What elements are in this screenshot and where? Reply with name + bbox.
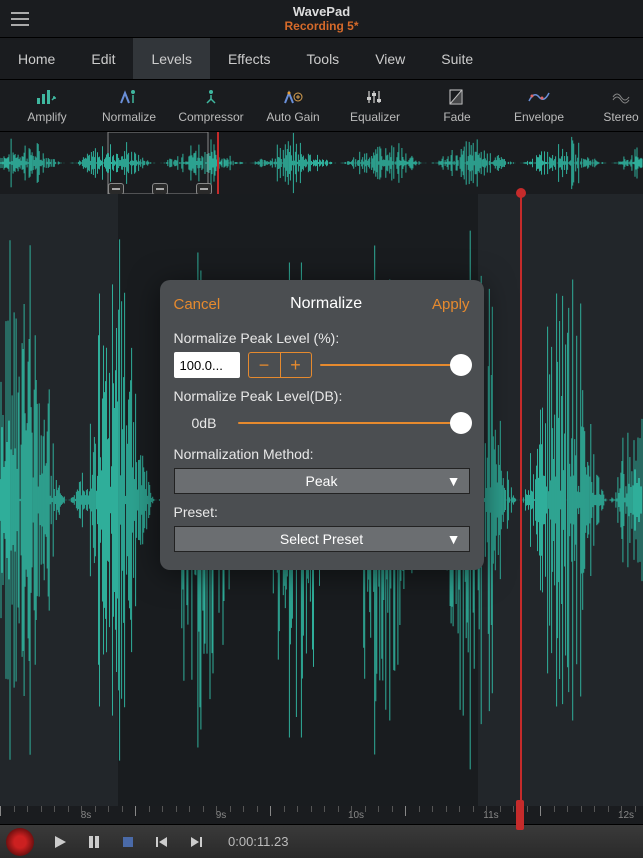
playhead-knob[interactable]	[516, 188, 526, 198]
compressor-icon	[200, 88, 222, 106]
skip-forward-button[interactable]	[180, 829, 212, 855]
preset-value: Select Preset	[280, 531, 363, 547]
tool-normalize[interactable]: Normalize	[88, 88, 170, 124]
increment-button[interactable]: +	[280, 352, 312, 378]
levels-toolbar: Amplify Normalize Compressor Auto Gain E…	[0, 80, 643, 132]
tab-tools[interactable]: Tools	[289, 38, 358, 79]
main-tabs: Home Edit Levels Effects Tools View Suit…	[0, 38, 643, 80]
ruler-label: 9s	[216, 810, 227, 821]
tool-label: Amplify	[27, 110, 66, 124]
document-name: Recording 5*	[0, 19, 643, 33]
tool-fade[interactable]: Fade	[416, 88, 498, 124]
tool-label: Equalizer	[350, 110, 400, 124]
playhead-marker[interactable]	[516, 800, 524, 830]
app-title: WavePad	[0, 4, 643, 19]
tool-label: Envelope	[514, 110, 564, 124]
slider-thumb[interactable]	[450, 354, 472, 376]
preset-select[interactable]: Select Preset ▼	[174, 526, 470, 552]
tab-suite[interactable]: Suite	[423, 38, 491, 79]
autogain-icon	[282, 88, 304, 106]
envelope-icon	[528, 88, 550, 106]
tool-compressor[interactable]: Compressor	[170, 88, 252, 124]
chevron-down-icon: ▼	[447, 531, 461, 547]
slider-thumb[interactable]	[450, 412, 472, 434]
tab-view[interactable]: View	[357, 38, 423, 79]
amplify-icon	[36, 88, 58, 106]
tool-stereo[interactable]: Stereo	[580, 88, 643, 124]
transport-bar: 0:00:11.23	[0, 824, 643, 858]
tab-home[interactable]: Home	[0, 38, 73, 79]
timeline-ruler[interactable]: 8s 9s 10s 11s 12s	[0, 806, 643, 824]
record-button[interactable]	[6, 828, 34, 856]
peak-db-label: Normalize Peak Level(DB):	[174, 388, 470, 404]
tool-label: Normalize	[102, 110, 156, 124]
normalize-dialog: Cancel Normalize Apply Normalize Peak Le…	[160, 280, 484, 570]
tab-levels[interactable]: Levels	[133, 38, 209, 79]
decrement-button[interactable]: −	[248, 352, 280, 378]
timecode: 0:00:11.23	[228, 834, 288, 849]
peak-pct-input[interactable]	[174, 352, 240, 378]
tool-autogain[interactable]: Auto Gain	[252, 88, 334, 124]
method-value: Peak	[306, 473, 338, 489]
overview-waveform[interactable]	[0, 132, 643, 194]
dialog-title: Normalize	[290, 295, 362, 313]
tool-equalizer[interactable]: Equalizer	[334, 88, 416, 124]
chevron-down-icon: ▼	[447, 473, 461, 489]
peak-db-value: 0dB	[192, 415, 228, 431]
pause-button[interactable]	[78, 829, 110, 855]
method-select[interactable]: Peak ▼	[174, 468, 470, 494]
ruler-label: 8s	[81, 810, 92, 821]
equalizer-icon	[364, 88, 386, 106]
tool-envelope[interactable]: Envelope	[498, 88, 580, 124]
tool-label: Auto Gain	[266, 110, 319, 124]
stop-button[interactable]	[112, 829, 144, 855]
playhead[interactable]	[520, 194, 522, 806]
method-label: Normalization Method:	[174, 446, 470, 462]
preset-label: Preset:	[174, 504, 470, 520]
peak-pct-stepper: − +	[248, 352, 312, 378]
play-button[interactable]	[44, 829, 76, 855]
skip-back-button[interactable]	[146, 829, 178, 855]
tab-edit[interactable]: Edit	[73, 38, 133, 79]
cancel-button[interactable]: Cancel	[174, 296, 221, 313]
titlebar: WavePad Recording 5*	[0, 0, 643, 38]
apply-button[interactable]: Apply	[432, 296, 470, 313]
normalize-icon	[118, 88, 140, 106]
menu-icon[interactable]	[0, 0, 40, 38]
tool-label: Fade	[443, 110, 470, 124]
tab-effects[interactable]: Effects	[210, 38, 289, 79]
stereo-icon	[610, 88, 632, 106]
tool-label: Stereo	[603, 110, 638, 124]
fade-icon	[446, 88, 468, 106]
tool-amplify[interactable]: Amplify	[6, 88, 88, 124]
tool-label: Compressor	[178, 110, 243, 124]
peak-pct-slider[interactable]	[320, 352, 470, 378]
peak-pct-label: Normalize Peak Level (%):	[174, 330, 470, 346]
peak-db-slider[interactable]	[238, 410, 470, 436]
